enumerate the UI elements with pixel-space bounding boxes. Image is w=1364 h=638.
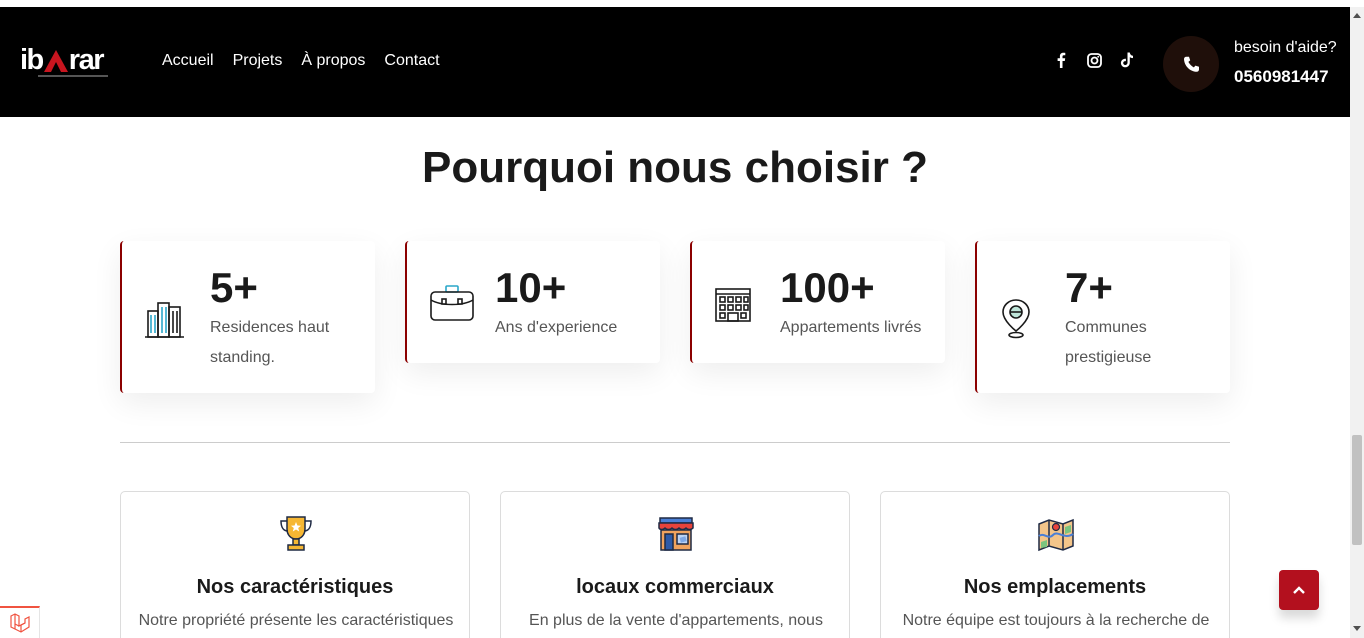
navbar: ib rar Accueil Projets À propos Contact b… [0, 7, 1350, 117]
logo-text-right: rar [68, 44, 105, 76]
phone-button[interactable] [1163, 36, 1219, 92]
debugbar-badge[interactable] [0, 606, 40, 638]
stat-value: 100+ [780, 264, 875, 311]
shop-icon [656, 514, 696, 554]
stat-card-experience: 10+ Ans d'experience [405, 241, 660, 363]
briefcase-icon [429, 283, 474, 325]
feature-title: Nos emplacements [963, 576, 1147, 598]
buildings-icon [144, 297, 186, 339]
nav-item-accueil[interactable]: Accueil [162, 52, 214, 70]
main-menu: Accueil Projets À propos Contact [162, 52, 440, 70]
section-divider [120, 442, 1230, 443]
apartment-building-icon [714, 283, 756, 325]
feature-card-locaux: locaux commerciaux En plus de la vente d… [500, 491, 850, 638]
social-links [1053, 51, 1135, 69]
trophy-icon [276, 514, 316, 554]
chevron-up-icon [1293, 586, 1305, 594]
help-phone-number[interactable]: 0560981447 [1234, 67, 1329, 87]
section-title: Pourquoi nous choisir ? [422, 143, 928, 192]
feature-text: Notre équipe est toujours à la recherche… [902, 612, 1210, 629]
stat-value: 7+ [1065, 264, 1113, 311]
feature-text: En plus de la vente d'appartements, nous [529, 612, 823, 629]
laravel-icon [9, 613, 30, 633]
stat-card-communes: 7+ Communes prestigieuse [975, 241, 1230, 393]
tiktok-icon[interactable] [1119, 51, 1135, 69]
back-to-top-button[interactable] [1279, 570, 1319, 610]
facebook-icon[interactable] [1053, 51, 1069, 69]
nav-item-contact[interactable]: Contact [384, 52, 439, 70]
scroll-up-arrow-icon[interactable] [1353, 13, 1361, 18]
stat-value: 5+ [210, 264, 258, 311]
stat-label: Appartements livrés [780, 319, 922, 336]
feature-title: locaux commerciaux [576, 576, 774, 598]
feature-card-emplacements: Nos emplacements Notre équipe est toujou… [880, 491, 1230, 638]
logo-text-left: ib [20, 44, 44, 76]
scroll-thumb[interactable] [1352, 435, 1362, 545]
phone-icon [1183, 56, 1199, 72]
help-label: besoin d'aide? [1234, 39, 1337, 56]
stat-card-residences: 5+ Residences haut standing. [120, 241, 375, 393]
feature-text: Notre propriété présente les caractérist… [138, 612, 454, 629]
logo-roof-icon [43, 45, 69, 73]
top-strip [0, 0, 1364, 7]
stat-label: Ans d'experience [495, 319, 618, 336]
logo[interactable]: ib rar [20, 44, 108, 79]
location-pin-icon [999, 297, 1041, 339]
stat-value: 10+ [495, 264, 567, 311]
stat-card-appartements: 100+ Appartements livrés [690, 241, 945, 363]
nav-item-projets[interactable]: Projets [233, 52, 283, 70]
instagram-icon[interactable] [1086, 51, 1102, 69]
logo-underline [38, 75, 108, 77]
stat-label: Communes prestigieuse [1065, 319, 1152, 366]
feature-card-caracteristiques: Nos caractéristiques Notre propriété pré… [120, 491, 470, 638]
scroll-down-arrow-icon[interactable] [1353, 626, 1361, 631]
stat-label: Residences haut standing. [210, 319, 330, 366]
feature-title: Nos caractéristiques [196, 576, 394, 598]
map-icon [1036, 514, 1076, 554]
nav-item-a-propos[interactable]: À propos [301, 52, 365, 70]
page-scrollbar[interactable] [1350, 7, 1364, 638]
